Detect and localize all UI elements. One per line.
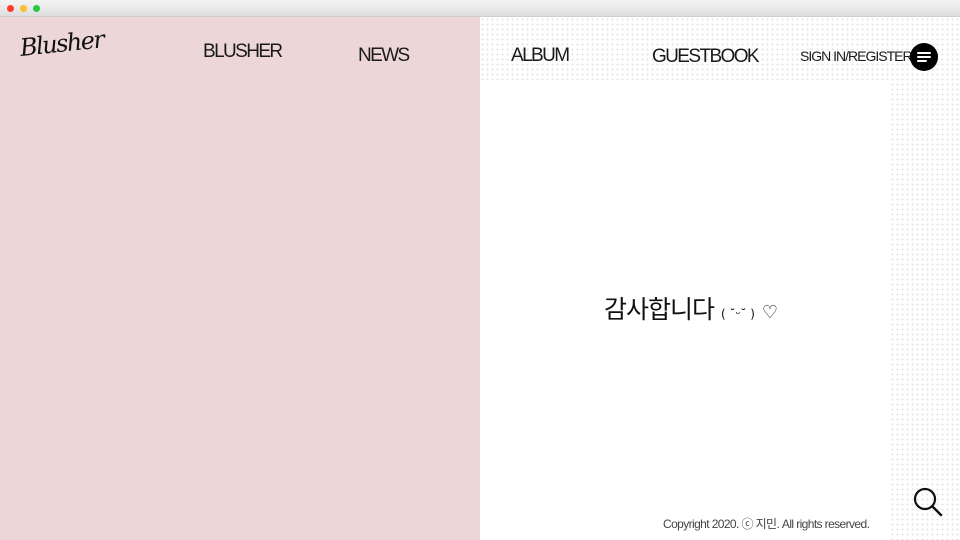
nav-link-guestbook[interactable]: GUESTBOOK — [652, 46, 760, 68]
nav-link-album[interactable]: ALBUM — [511, 45, 570, 67]
nav-link-news[interactable]: NEWS — [358, 45, 410, 67]
minimize-window-button[interactable] — [20, 5, 27, 12]
browser-title-bar — [0, 0, 960, 17]
maximize-window-button[interactable] — [33, 5, 40, 12]
thank-you-message: 감사합니다 ( ˘ᵕ˘ ) ♡ — [604, 290, 778, 326]
sign-in-register-link[interactable]: SIGN IN/REGISTER — [800, 48, 913, 64]
thank-you-text: 감사합니다 — [604, 295, 715, 324]
hamburger-menu-button[interactable] — [910, 43, 938, 71]
hamburger-icon — [917, 52, 931, 54]
close-window-button[interactable] — [7, 5, 14, 12]
search-icon — [913, 487, 943, 517]
copyright-text: Copyright 2020. ⓒ 지민. All rights reserve… — [663, 517, 870, 531]
hamburger-icon-bar — [917, 60, 927, 62]
left-pink-panel — [0, 17, 480, 540]
heart-icon: ♡ — [761, 302, 778, 323]
nav-link-blusher[interactable]: BLUSHER — [203, 41, 283, 63]
search-button[interactable] — [913, 487, 943, 517]
emoticon: ( ˘ᵕ˘ ) — [720, 307, 755, 321]
hamburger-icon-bar — [917, 56, 931, 58]
